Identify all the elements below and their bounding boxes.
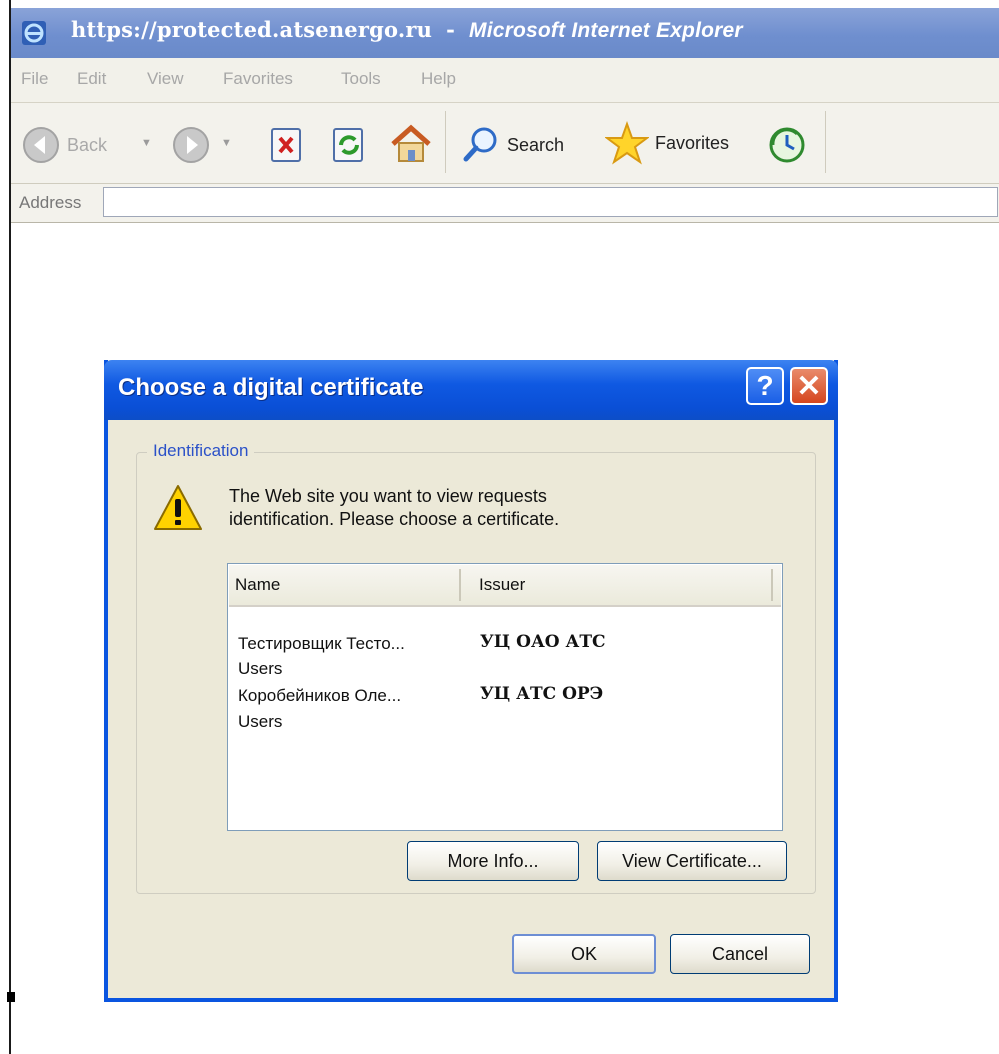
- browser-title-bar[interactable]: https://protected.atsenergo.ru - Microsoft…: [11, 8, 999, 58]
- toolbar-separator-2: [825, 111, 826, 173]
- list-header: Name Issuer: [229, 565, 781, 607]
- certificate-store: Users: [238, 712, 283, 731]
- message-line-2: identification. Please choose a certific…: [229, 509, 560, 529]
- forward-button[interactable]: [171, 125, 211, 165]
- search-button[interactable]: Search: [461, 125, 564, 165]
- title-separator: -: [446, 17, 455, 42]
- back-label: Back: [67, 134, 108, 155]
- star-icon: [605, 121, 649, 165]
- group-label: Identification: [147, 441, 255, 461]
- help-button[interactable]: ?: [746, 367, 784, 405]
- menu-favorites[interactable]: Favorites: [223, 69, 293, 89]
- ok-button[interactable]: OK: [512, 934, 656, 974]
- stop-button[interactable]: [269, 127, 305, 163]
- cancel-button[interactable]: Cancel: [670, 934, 810, 974]
- certificate-name: Тестировщик Тесто...: [238, 634, 405, 653]
- search-label: Search: [507, 134, 565, 155]
- menu-edit[interactable]: Edit: [77, 69, 106, 89]
- back-button[interactable]: Back: [21, 125, 107, 165]
- browser-toolbar: Back ▼ ▼ Search Favorites: [11, 103, 999, 184]
- home-button[interactable]: [389, 123, 433, 165]
- more-info-button[interactable]: More Info...: [407, 841, 579, 881]
- column-header-issuer[interactable]: Issuer: [479, 575, 525, 595]
- certificate-list[interactable]: Name Issuer Тестировщик Тесто... УЦ ОАО …: [227, 563, 783, 831]
- history-icon: [769, 127, 805, 163]
- warning-icon: [154, 485, 202, 530]
- resize-marker: [7, 992, 15, 1002]
- history-button[interactable]: [767, 125, 807, 165]
- column-divider-2[interactable]: [771, 569, 773, 601]
- back-arrow-icon: [23, 127, 59, 163]
- close-icon: ✕: [796, 369, 822, 403]
- identification-group: Identification The Web site you want to …: [136, 441, 816, 894]
- certificate-issuer: УЦ ОАО АТС: [480, 632, 606, 652]
- toolbar-separator: [445, 111, 446, 173]
- certificate-name: Коробейников Оле...: [238, 686, 402, 705]
- menu-view[interactable]: View: [147, 69, 184, 89]
- menu-tools[interactable]: Tools: [341, 69, 381, 89]
- certificate-store: Users: [238, 659, 283, 678]
- close-button[interactable]: ✕: [790, 367, 828, 405]
- address-label: Address: [19, 193, 82, 212]
- refresh-button[interactable]: [331, 127, 367, 163]
- column-header-name[interactable]: Name: [235, 575, 280, 595]
- browser-app-name: Microsoft Internet Explorer: [469, 19, 743, 42]
- message-line-1: The Web site you want to view requests: [229, 486, 547, 506]
- certificate-issuer: УЦ АТС ОРЭ: [480, 684, 604, 704]
- dialog-title: Choose a digital certificate: [118, 374, 424, 401]
- forward-arrow-icon: [173, 127, 209, 163]
- ie-logo-icon: [22, 21, 46, 45]
- menu-bar: File Edit View Favorites Tools Help: [11, 58, 999, 103]
- certificate-dialog: Choose a digital certificate ? ✕ Identif…: [104, 360, 838, 1002]
- dialog-title-bar[interactable]: Choose a digital certificate ? ✕: [104, 360, 838, 420]
- forward-dropdown-icon[interactable]: ▼: [221, 137, 232, 149]
- home-icon: [391, 124, 431, 162]
- back-dropdown-icon[interactable]: ▼: [141, 137, 152, 149]
- search-icon: [463, 127, 497, 162]
- favorites-label: Favorites: [655, 132, 730, 153]
- favorites-button[interactable]: Favorites: [605, 121, 729, 165]
- address-input[interactable]: [103, 187, 998, 217]
- menu-help[interactable]: Help: [421, 69, 456, 89]
- menu-file[interactable]: File: [21, 69, 48, 89]
- browser-title: https://protected.atsenergo.ru - Microsoft…: [71, 17, 743, 43]
- view-certificate-button[interactable]: View Certificate...: [597, 841, 787, 881]
- window-left-border: [0, 0, 11, 1054]
- column-divider[interactable]: [459, 569, 461, 601]
- browser-url-title: https://protected.atsenergo.ru: [71, 17, 433, 42]
- stop-icon: [271, 128, 301, 162]
- address-bar: Address: [11, 184, 999, 223]
- help-icon: ?: [756, 370, 774, 401]
- refresh-icon: [333, 128, 363, 162]
- identification-message: The Web site you want to view requests i…: [229, 485, 749, 531]
